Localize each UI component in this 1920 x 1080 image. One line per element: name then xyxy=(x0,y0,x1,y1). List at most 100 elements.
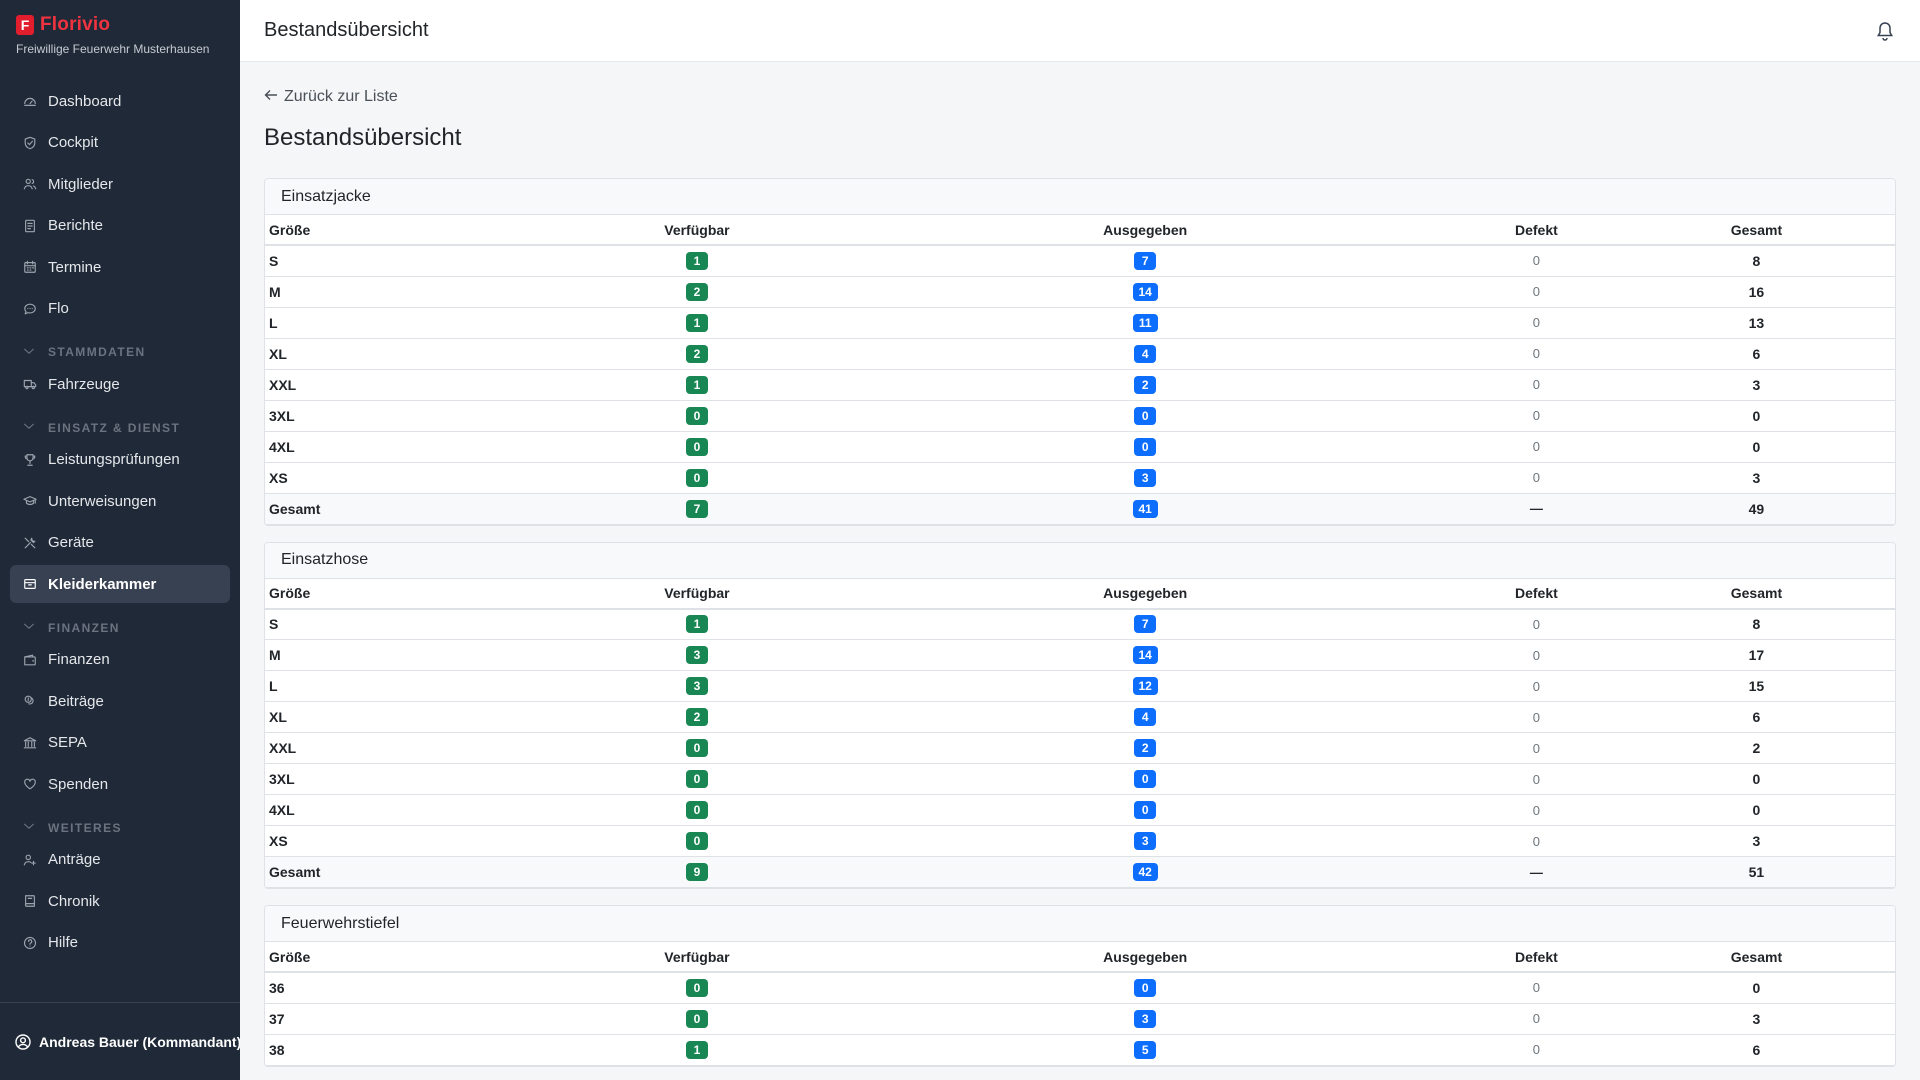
bell-icon[interactable] xyxy=(1874,20,1896,42)
available-badge: 0 xyxy=(685,801,708,819)
issued-badge: 2 xyxy=(1134,739,1157,757)
sidebar-section-header[interactable]: FINANZEN xyxy=(10,607,230,641)
sidebar-item-unterweisungen[interactable]: Unterweisungen xyxy=(10,482,230,520)
inventory-cards: Einsatzjacke Größe Verfügbar Ausgegeben Defe… xyxy=(264,178,1896,1067)
flame-logo-icon: F xyxy=(16,15,34,35)
table-row: XL 2 4 0 6 xyxy=(265,701,1895,733)
sidebar-section-header[interactable]: STAMMDATEN xyxy=(10,331,230,365)
user-menu[interactable]: Andreas Bauer (Kommandant) xyxy=(0,1002,240,1080)
issued-cell: 14 xyxy=(835,276,1455,308)
defect-cell: 0 xyxy=(1454,245,1618,277)
chat-icon xyxy=(22,301,38,317)
table-row: XXL 0 2 0 2 xyxy=(265,732,1895,764)
size-cell: S xyxy=(265,608,559,640)
sidebar-item-label: Dashboard xyxy=(48,92,122,110)
sidebar-item-label: Cockpit xyxy=(48,134,99,151)
sidebar-item-beiträge[interactable]: Beiträge xyxy=(10,682,230,720)
issued-cell: 3 xyxy=(835,462,1455,494)
back-to-list-link[interactable]: Zurück zur Liste xyxy=(264,88,398,106)
size-cell: XXL xyxy=(265,732,559,764)
size-cell: 3XL xyxy=(265,400,559,432)
available-cell: 1 xyxy=(558,369,836,401)
table-header-row: Größe Verfügbar Ausgegeben Defekt Gesamt xyxy=(265,942,1895,973)
available-cell: 3 xyxy=(558,639,836,671)
table-sum-row: Gesamt 9 42 —51 xyxy=(265,856,1895,888)
inventory-table: Größe Verfügbar Ausgegeben Defekt Gesamt 36 0 0… xyxy=(265,942,1895,1066)
inventory-card: Einsatzhose Größe Verfügbar Ausgegeben Defek… xyxy=(264,541,1896,889)
sidebar-item-finanzen[interactable]: Finanzen xyxy=(10,641,230,679)
card-title: Feuerwehrstiefel xyxy=(265,906,1895,942)
available-badge: 9 xyxy=(685,863,708,881)
table-row: 4XL 0 0 0 0 xyxy=(265,794,1895,826)
sidebar-item-label: Berichte xyxy=(48,217,104,234)
sidebar-item-flo[interactable]: Flo xyxy=(10,290,230,328)
table-row: XXL 1 2 0 3 xyxy=(265,369,1895,401)
brand[interactable]: F Florivio Freiwillige Feuerwehr Musterh… xyxy=(0,0,240,62)
issued-cell: 4 xyxy=(835,701,1455,733)
available-cell: 1 xyxy=(558,245,836,277)
sidebar-item-termine[interactable]: Termine xyxy=(10,248,230,286)
sidebar-item-dashboard[interactable]: Dashboard xyxy=(10,82,230,120)
issued-badge: 4 xyxy=(1134,344,1157,363)
sidebar-item-kleiderkammer[interactable]: Kleiderkammer xyxy=(10,565,230,603)
sidebar-section-header[interactable]: WEITERES xyxy=(10,807,230,841)
available-badge: 3 xyxy=(685,646,708,664)
wallet-icon xyxy=(22,652,38,668)
available-cell: 0 xyxy=(558,400,836,432)
defect-cell: — xyxy=(1454,493,1618,525)
sidebar-item-geräte[interactable]: Geräte xyxy=(10,524,230,562)
total-cell: 15 xyxy=(1617,670,1895,702)
issued-badge: 12 xyxy=(1132,677,1158,695)
sidebar-section-header[interactable]: EINSATZ & DIENST xyxy=(10,407,230,441)
size-cell: 4XL xyxy=(265,431,559,463)
sidebar-item-leistungsprüfungen[interactable]: Leistungsprüfungen xyxy=(10,441,230,479)
issued-badge: 0 xyxy=(1134,770,1157,788)
table-row: L 1 11 0 13 xyxy=(265,307,1895,339)
sidebar-item-spenden[interactable]: Spenden xyxy=(10,765,230,803)
issued-badge: 3 xyxy=(1134,832,1157,850)
sidebar-item-cockpit[interactable]: Cockpit xyxy=(10,124,230,162)
available-cell: 1 xyxy=(558,307,836,339)
available-badge: 0 xyxy=(685,978,708,997)
heart-icon xyxy=(22,776,38,792)
sidebar-item-mitglieder[interactable]: Mitglieder xyxy=(10,165,230,203)
sidebar-item-label: Geräte xyxy=(48,534,94,551)
size-cell: XL xyxy=(265,701,559,733)
user-circle-icon xyxy=(15,1033,31,1050)
available-cell: 1 xyxy=(558,608,836,640)
size-cell: 38 xyxy=(265,1034,559,1066)
size-cell: Gesamt xyxy=(265,493,559,525)
column-header: Defekt xyxy=(1454,578,1618,610)
table-row: 36 0 0 0 0 xyxy=(265,972,1895,1004)
chevron-down-icon xyxy=(22,344,38,361)
defect-cell: 0 xyxy=(1454,670,1618,702)
users-icon xyxy=(22,176,38,192)
sidebar-item-label: Spenden xyxy=(48,775,109,793)
size-cell: M xyxy=(265,276,559,308)
sidebar-item-berichte[interactable]: Berichte xyxy=(10,207,230,245)
sidebar-item-hilfe[interactable]: Hilfe xyxy=(10,924,230,962)
table-row: S 1 7 08 xyxy=(265,608,1895,640)
sidebar-item-label: Mitglieder xyxy=(48,175,114,193)
column-header: Ausgegeben xyxy=(835,578,1455,610)
sidebar-item-label: Kleiderkammer xyxy=(48,575,157,593)
sidebar-item-chronik[interactable]: Chronik xyxy=(10,882,230,920)
shield-icon xyxy=(22,135,38,151)
available-cell: 1 xyxy=(558,1034,836,1066)
sidebar-item-anträge[interactable]: Anträge xyxy=(10,841,230,879)
available-badge: 0 xyxy=(685,1009,708,1028)
back-label: Zurück zur Liste xyxy=(284,88,398,105)
column-header: Größe xyxy=(265,215,559,246)
column-header: Defekt xyxy=(1454,215,1618,246)
trophy-icon xyxy=(22,452,38,468)
sidebar-item-sepa[interactable]: SEPA xyxy=(10,724,230,762)
defect-cell: 0 xyxy=(1454,369,1618,401)
issued-badge: 5 xyxy=(1134,1040,1157,1059)
available-badge: 1 xyxy=(685,251,708,270)
issued-cell: 0 xyxy=(835,431,1455,463)
sidebar-item-fahrzeuge[interactable]: Fahrzeuge xyxy=(10,365,230,403)
issued-badge: 2 xyxy=(1134,375,1157,394)
issued-badge: 41 xyxy=(1132,499,1158,518)
truck-icon xyxy=(22,376,38,392)
column-header: Größe xyxy=(265,942,559,973)
